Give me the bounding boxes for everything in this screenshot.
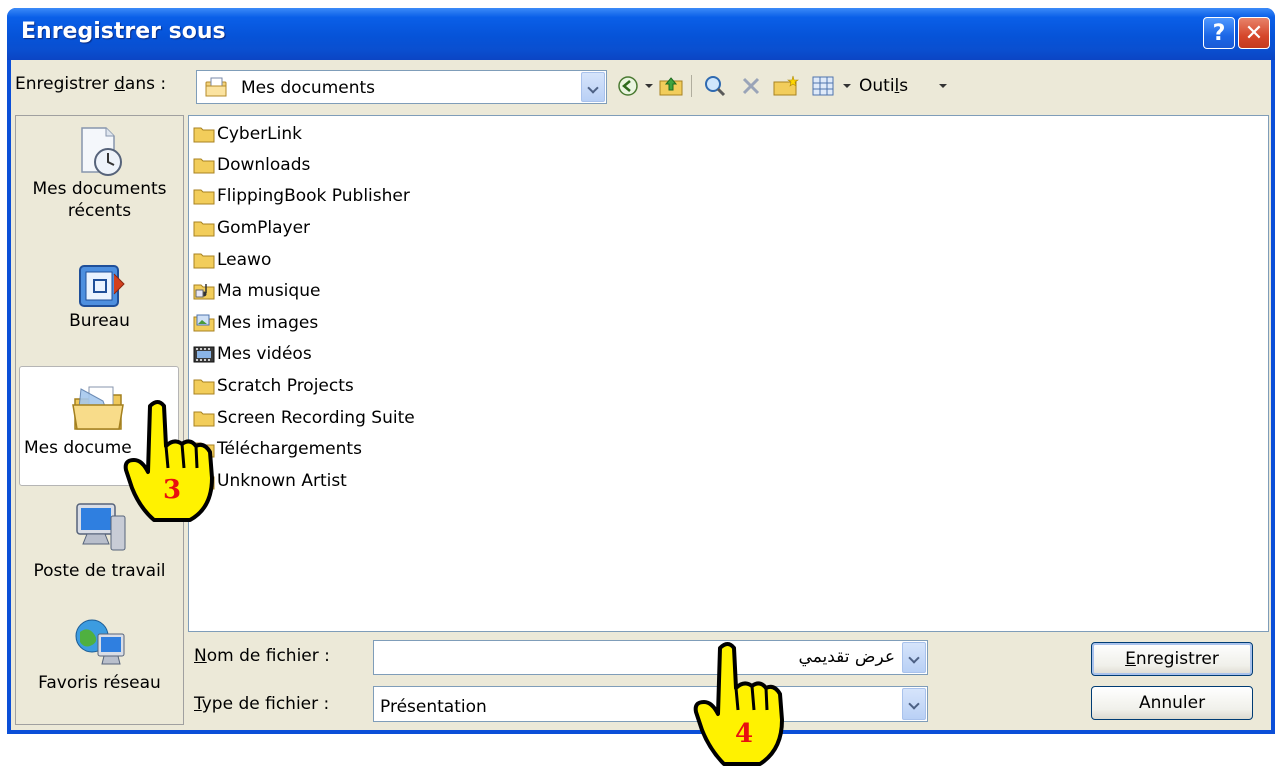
back-button[interactable] (615, 72, 641, 100)
file-name: GomPlayer (217, 218, 311, 238)
list-item[interactable]: CyberLink (193, 120, 302, 148)
list-item[interactable]: Ma musique (193, 277, 320, 305)
dialog-client-area: Enregistrer dans : Mes documents Outils … (11, 60, 1271, 730)
filetype-label: Type de fichier : (194, 694, 330, 714)
search-web-icon (705, 76, 726, 97)
tools-dropdown-icon[interactable] (939, 84, 947, 88)
folder-icon (193, 127, 215, 143)
help-icon: ? (1212, 21, 1226, 46)
place-recent-documents[interactable]: Mes documents récents (16, 126, 183, 246)
back-dropdown-icon[interactable] (645, 84, 653, 88)
folder-icon (193, 189, 215, 205)
list-item[interactable]: Mes images (193, 309, 318, 337)
file-name: Mes vidéos (217, 344, 312, 364)
back-icon (618, 76, 638, 96)
save-as-dialog: Enregistrer sous ? ✕ Enregistrer dans : … (7, 8, 1275, 734)
new-folder-button[interactable] (771, 72, 801, 100)
chevron-down-icon[interactable] (902, 688, 926, 720)
filename-value: عرض تقديمي (798, 647, 895, 667)
step-4-label: 4 (735, 719, 753, 749)
place-label: Favoris réseau (38, 673, 161, 693)
file-name: FlippingBook Publisher (217, 186, 410, 206)
cancel-button[interactable]: Annuler (1091, 686, 1253, 720)
file-name: Screen Recording Suite (217, 408, 415, 428)
toolbar-separator (691, 75, 692, 97)
list-item[interactable]: Screen Recording Suite (193, 404, 415, 432)
filename-input[interactable]: عرض تقديمي (373, 640, 928, 675)
list-item[interactable]: Mes vidéos (193, 340, 312, 368)
file-name: Mes images (217, 313, 319, 333)
new-folder-icon (773, 75, 799, 96)
recent-documents-icon (80, 127, 122, 176)
filetype-select[interactable]: Présentation (373, 686, 928, 722)
views-icon (812, 76, 834, 96)
list-item[interactable]: Downloads (193, 151, 310, 179)
video-folder-icon (193, 346, 215, 363)
list-item[interactable]: FlippingBook Publisher (193, 182, 410, 210)
filetype-value: Présentation (380, 697, 487, 717)
file-name: Leawo (217, 250, 272, 270)
place-network[interactable]: Favoris réseau (16, 616, 183, 716)
folder-icon (193, 221, 215, 237)
place-desktop[interactable]: Bureau (16, 260, 183, 360)
location-dropdown[interactable]: Mes documents (196, 70, 607, 104)
up-folder-icon (659, 77, 683, 96)
file-name: Unknown Artist (217, 471, 347, 491)
place-label: récents (67, 201, 132, 221)
close-icon: ✕ (1244, 21, 1264, 46)
list-item[interactable]: Leawo (193, 246, 271, 274)
search-web-button[interactable] (701, 72, 729, 100)
pictures-folder-icon (193, 314, 215, 332)
list-item[interactable]: Scratch Projects (193, 372, 354, 400)
views-dropdown-icon[interactable] (843, 84, 851, 88)
help-button[interactable]: ? (1203, 17, 1235, 49)
music-folder-icon (193, 284, 215, 300)
file-list[interactable]: CyberLink Downloads FlippingBook Publish… (188, 115, 1269, 632)
desktop-icon (78, 265, 125, 307)
list-item[interactable]: GomPlayer (193, 214, 310, 242)
my-documents-small-icon (205, 77, 227, 97)
delete-icon (742, 77, 760, 95)
pointing-hand-icon: 4 (693, 642, 784, 766)
tools-menu[interactable]: Outils (859, 76, 908, 96)
folder-icon (193, 379, 215, 395)
network-places-icon (75, 619, 124, 665)
close-button[interactable]: ✕ (1238, 17, 1270, 49)
title-bar[interactable]: Enregistrer sous ? ✕ (7, 8, 1275, 60)
file-name: Ma musique (217, 281, 321, 301)
save-button[interactable]: Enregistrer (1091, 642, 1253, 676)
file-name: Downloads (217, 155, 311, 175)
location-value: Mes documents (241, 78, 376, 98)
place-label: Bureau (69, 311, 130, 331)
step-3-label: 3 (163, 475, 181, 505)
up-folder-button[interactable] (657, 72, 685, 100)
window-title: Enregistrer sous (21, 19, 226, 44)
folder-icon (193, 158, 215, 174)
save-in-label: Enregistrer dans : (15, 74, 167, 94)
file-name: Téléchargements (217, 439, 362, 459)
pointing-hand-icon: 3 (123, 400, 214, 522)
chevron-down-icon[interactable] (902, 642, 926, 673)
filename-label: Nom de fichier : (194, 646, 330, 666)
place-label: Mes documents (32, 179, 167, 199)
delete-button[interactable] (737, 72, 765, 100)
file-name: CyberLink (217, 124, 302, 144)
place-label: Poste de travail (33, 561, 166, 581)
views-button[interactable] (809, 72, 837, 100)
chevron-down-icon[interactable] (581, 72, 605, 102)
folder-icon (193, 253, 215, 269)
file-name: Scratch Projects (217, 376, 354, 396)
my-documents-icon (72, 386, 124, 430)
